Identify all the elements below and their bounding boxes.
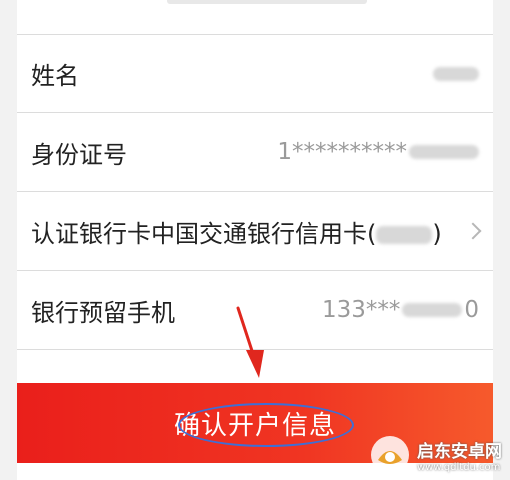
watermark-logo-icon <box>371 436 409 474</box>
top-partial-header <box>17 0 493 34</box>
bank-card-label-text: 认证银行卡中国交通银行信用卡( <box>31 219 377 248</box>
left-margin <box>0 0 17 480</box>
annotation-circle <box>178 403 354 447</box>
chevron-right-icon <box>464 222 482 240</box>
account-opening-screen: 姓名 身份证号 1********** 认证银行卡中国交通银行信用卡() 银行预… <box>0 0 510 480</box>
phone-value-text: 133*** <box>321 297 401 323</box>
watermark-title: 启东安卓网 <box>417 442 502 462</box>
id-number-redaction <box>409 145 479 159</box>
watermark-url: www.qdltdu.com <box>417 462 501 473</box>
name-row: 姓名 <box>17 34 493 113</box>
bank-card-redaction <box>376 225 433 244</box>
phone-label: 银行预留手机 <box>31 298 175 327</box>
id-number-label: 身份证号 <box>31 140 127 169</box>
right-margin <box>493 0 510 480</box>
bank-card-label-suffix: ) <box>432 219 442 248</box>
phone-redaction <box>402 303 463 317</box>
name-value <box>433 66 479 81</box>
form-spacer <box>17 350 493 383</box>
phone-row: 银行预留手机 133*** 0 <box>17 271 493 350</box>
id-number-value: 1********** <box>277 139 479 165</box>
bank-card-label: 认证银行卡中国交通银行信用卡() <box>31 214 442 249</box>
id-number-value-text: 1********** <box>277 139 407 165</box>
bank-card-row[interactable]: 认证银行卡中国交通银行信用卡() <box>17 192 493 271</box>
phone-value: 133*** 0 <box>322 297 479 323</box>
cropped-heading-text <box>167 0 367 4</box>
id-number-row: 身份证号 1********** <box>17 113 493 192</box>
phone-value-tail: 0 <box>464 297 479 323</box>
site-watermark: 启东安卓网 www.qdltdu.com <box>369 434 502 476</box>
name-label: 姓名 <box>31 62 79 90</box>
name-redaction <box>433 66 479 81</box>
